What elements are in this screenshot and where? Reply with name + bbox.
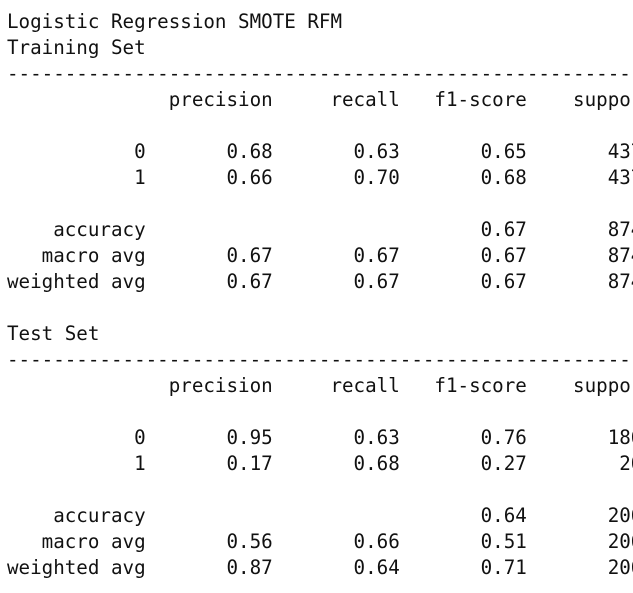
average-row: macro avg 0.56 0.66 0.51 2066	[7, 530, 633, 553]
report-header: precision recall f1-score support	[7, 88, 633, 111]
class-row: 1 0.66 0.70 0.68 4373	[7, 166, 633, 189]
output-text: Logistic Regression SMOTE RFM Training Se…	[7, 9, 633, 581]
report-title: Logistic Regression SMOTE RFM	[7, 10, 343, 33]
class-row: 0 0.95 0.63 0.76 1864	[7, 426, 633, 449]
average-row: weighted avg 0.67 0.67 0.67 8746	[7, 270, 633, 293]
accuracy-row: accuracy 0.67 8746	[7, 218, 633, 241]
section-title: Test Set	[7, 322, 100, 345]
separator-line: ----------------------------------------…	[7, 62, 633, 85]
section-title: Training Set	[7, 36, 146, 59]
class-row: 1 0.17 0.68 0.27 202	[7, 452, 633, 475]
average-row: weighted avg 0.87 0.64 0.71 2066	[7, 556, 633, 579]
separator-line: ----------------------------------------…	[7, 348, 633, 371]
report-header: precision recall f1-score support	[7, 374, 633, 397]
accuracy-row: accuracy 0.64 2066	[7, 504, 633, 527]
class-row: 0 0.68 0.63 0.65 4373	[7, 140, 633, 163]
average-row: macro avg 0.67 0.67 0.67 8746	[7, 244, 633, 267]
